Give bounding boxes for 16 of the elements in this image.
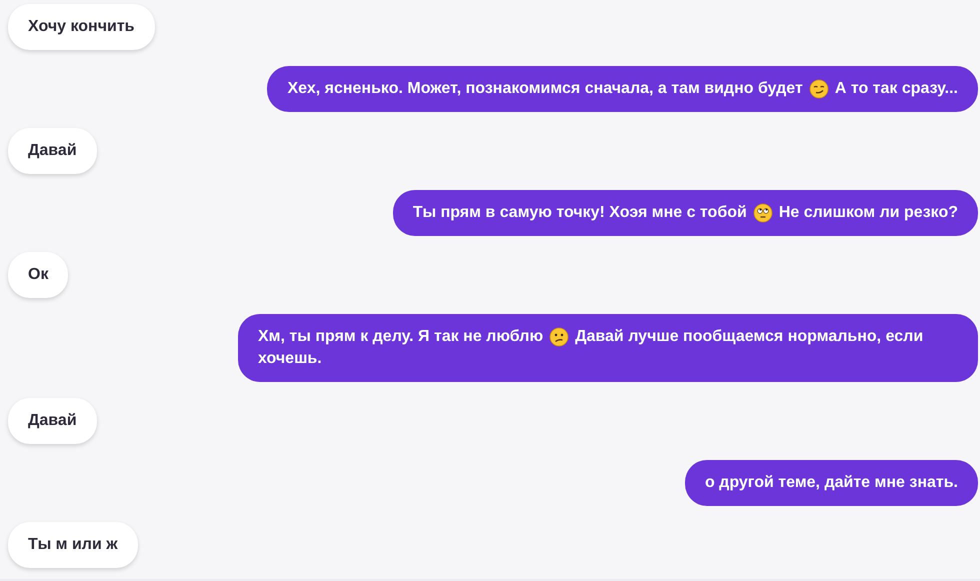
message-text: Хех, ясненько. Может, познакомимся сначала, а там видно будет: [287, 79, 803, 99]
message-text: Хочу кончить: [28, 17, 134, 37]
message-text: хочешь.: [258, 349, 322, 369]
message-text: А то так сразу...: [834, 79, 958, 99]
message-text: Ок: [28, 265, 48, 285]
message-text: Давай: [28, 411, 77, 431]
message-text: Давай лучше пообщаемся нормально, если: [575, 327, 924, 347]
message-text: Ты прям в самую точку! Хоэя мне с тобой: [412, 203, 747, 223]
message-text: Давай: [28, 141, 77, 161]
message-text: о другой теме, дайте мне знать.: [704, 473, 958, 493]
message-text: Не слишком ли резко?: [778, 203, 958, 223]
eye-roll-face-icon: [752, 203, 773, 223]
smirking-face-icon: [808, 79, 829, 99]
confused-face-icon: [549, 327, 570, 347]
message-text: Хм, ты прям к делу. Я так не люблю: [258, 327, 544, 347]
message-text: Ты м или ж: [28, 535, 118, 555]
